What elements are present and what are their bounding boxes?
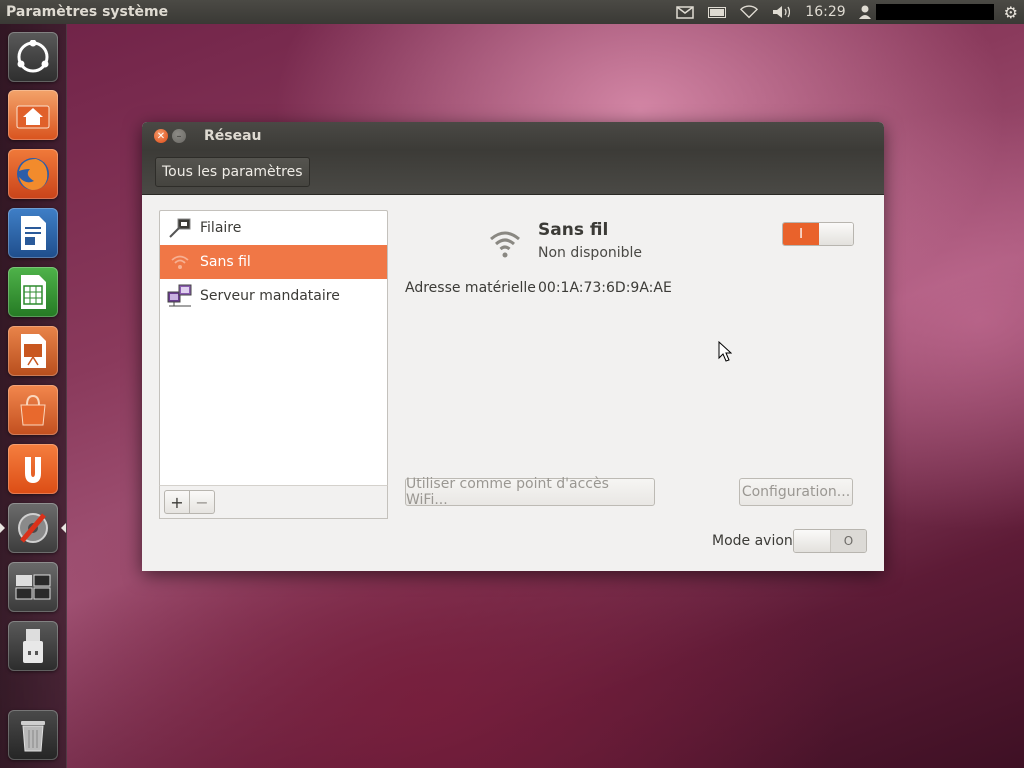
launcher	[0, 24, 67, 768]
list-toolbar: + −	[159, 485, 388, 519]
libreoffice-impress-icon[interactable]	[8, 326, 58, 376]
toggle-off-indicator: O	[831, 530, 866, 552]
wireless-icon	[167, 251, 193, 273]
libreoffice-calc-icon[interactable]	[8, 267, 58, 317]
window-toolbar: Tous les paramètres	[142, 150, 884, 195]
system-settings-icon[interactable]	[8, 503, 58, 553]
proxy-server-icon	[167, 284, 193, 307]
mouse-pointer-icon	[718, 340, 733, 367]
ubuntu-one-icon[interactable]	[8, 444, 58, 494]
toggle-knob	[794, 530, 831, 552]
mail-icon[interactable]	[676, 5, 695, 19]
wired-network-icon	[167, 217, 193, 239]
clock[interactable]: 16:29	[805, 4, 845, 20]
volume-icon[interactable]	[772, 5, 791, 19]
use-as-hotspot-button[interactable]: Utiliser comme point d'accès WiFi...	[405, 476, 655, 508]
list-item-label: Serveur mandataire	[200, 288, 340, 304]
toggle-on-indicator: I	[783, 223, 819, 245]
window-title: Réseau	[204, 128, 262, 144]
user-name-redacted[interactable]	[875, 4, 994, 20]
trash-icon[interactable]	[8, 710, 58, 760]
mac-address-value: 00:1A:73:6D:9A:AE	[538, 280, 672, 296]
wireless-toggle[interactable]: I	[782, 222, 854, 246]
connection-list: Filaire Sans fil Serveur mandataire	[159, 210, 388, 519]
top-panel: Paramètres système 16:29 ⚙	[0, 0, 1024, 24]
airplane-mode-toggle[interactable]: O	[793, 529, 867, 553]
device-title: Sans fil	[538, 220, 609, 240]
list-item-label: Filaire	[200, 220, 242, 236]
toggle-knob	[819, 223, 853, 245]
configuration-button[interactable]: Configuration...	[739, 478, 853, 506]
list-item-proxy[interactable]: Serveur mandataire	[160, 279, 387, 313]
gear-icon[interactable]: ⚙	[1004, 3, 1018, 22]
battery-icon[interactable]	[708, 5, 727, 19]
minimize-icon[interactable]: –	[172, 129, 186, 143]
window-titlebar[interactable]: ✕ – Réseau	[142, 122, 884, 150]
device-status: Non disponible	[538, 245, 643, 261]
libreoffice-writer-icon[interactable]	[8, 208, 58, 258]
wifi-signal-icon	[488, 226, 522, 264]
airplane-mode-label: Mode avion	[712, 533, 793, 549]
dash-home-icon[interactable]	[8, 32, 58, 82]
home-folder-icon[interactable]	[8, 90, 58, 140]
add-connection-button[interactable]: +	[164, 490, 190, 514]
list-item-wireless[interactable]: Sans fil	[160, 245, 387, 279]
close-icon[interactable]: ✕	[154, 129, 168, 143]
firefox-icon[interactable]	[8, 149, 58, 199]
workspace-switcher-icon[interactable]	[8, 562, 58, 612]
mac-address-label: Adresse matérielle	[405, 280, 536, 296]
usb-drive-icon[interactable]	[8, 621, 58, 671]
wifi-icon[interactable]	[740, 5, 759, 19]
software-center-icon[interactable]	[8, 385, 58, 435]
remove-connection-button[interactable]: −	[190, 490, 215, 514]
list-item-label: Sans fil	[200, 254, 251, 270]
list-item-wired[interactable]: Filaire	[160, 211, 387, 245]
user-icon[interactable]	[856, 5, 874, 19]
network-settings-window: ✕ – Réseau Tous les paramètres Filaire S…	[142, 122, 884, 571]
all-settings-button[interactable]: Tous les paramètres	[155, 157, 310, 187]
app-menu-title[interactable]: Paramètres système	[0, 4, 669, 20]
